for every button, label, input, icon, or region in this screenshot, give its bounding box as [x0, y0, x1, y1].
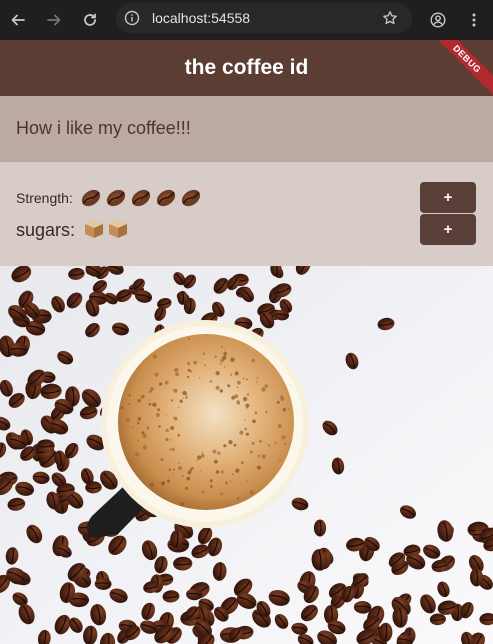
- reload-icon[interactable]: [78, 8, 102, 32]
- add-sugar-button[interactable]: +: [420, 214, 476, 245]
- page-title: the coffee id: [184, 56, 309, 79]
- coffee-cup-beans-image: [0, 266, 493, 644]
- url-text: localhost:54558: [152, 10, 251, 26]
- coffee-bean-icon: [81, 189, 101, 207]
- back-arrow-icon[interactable]: [6, 8, 30, 32]
- browser-toolbar: localhost:54558: [0, 0, 493, 40]
- site-info-icon[interactable]: [124, 10, 140, 26]
- forward-arrow-icon[interactable]: [42, 8, 66, 32]
- headline-panel: How i like my coffee!!!: [0, 96, 493, 162]
- preferences-panel: Strength: sugars: + +: [0, 162, 493, 266]
- sugars-indicator: [83, 218, 129, 240]
- strength-label: Strength:: [16, 190, 73, 206]
- menu-kebab-icon[interactable]: [462, 8, 486, 32]
- add-strength-button[interactable]: +: [420, 182, 476, 213]
- address-bar[interactable]: localhost:54558: [116, 3, 412, 33]
- app-bar: the coffee id DEBUG: [0, 40, 493, 96]
- strength-indicator: [80, 187, 202, 209]
- coffee-bean-icon: [156, 189, 176, 207]
- sugar-cube-icon: [109, 220, 127, 238]
- sugar-cube-icon: [85, 220, 103, 238]
- profile-icon[interactable]: [426, 8, 450, 32]
- bookmark-star-icon[interactable]: [382, 10, 398, 26]
- coffee-bean-icon: [131, 189, 151, 207]
- coffee-bean-icon: [106, 189, 126, 207]
- headline-text: How i like my coffee!!!: [16, 118, 191, 138]
- coffee-bean-icon: [181, 189, 201, 207]
- sugars-label: sugars:: [16, 220, 76, 240]
